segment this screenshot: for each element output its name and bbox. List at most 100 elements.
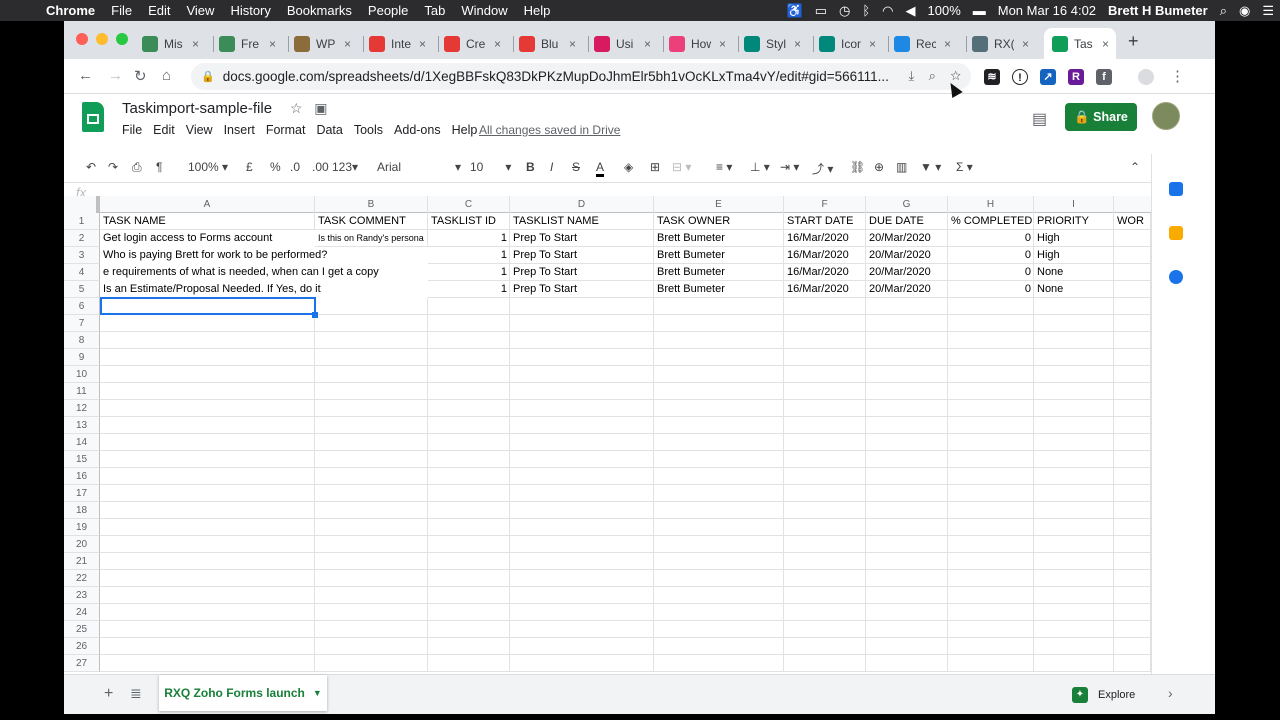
menubar-item-edit[interactable]: Edit: [140, 3, 178, 18]
menubar-item-history[interactable]: History: [222, 3, 278, 18]
calendar-icon[interactable]: [1169, 182, 1183, 196]
fill-color-icon[interactable]: ◈: [624, 160, 633, 174]
share-button[interactable]: 🔒 Share: [1065, 103, 1137, 131]
address-bar[interactable]: 🔒 docs.google.com/spreadsheets/d/1XegBBF…: [191, 63, 971, 90]
zoom-select[interactable]: 100% ▾: [188, 160, 228, 174]
table-cell[interactable]: Get login access to Forms account: [100, 230, 315, 247]
column-header[interactable]: A: [100, 196, 315, 213]
row-header[interactable]: 15: [64, 451, 100, 468]
airplay-icon[interactable]: ▭: [809, 3, 833, 19]
fill-handle[interactable]: [312, 312, 318, 318]
tab-close-icon[interactable]: ×: [344, 37, 351, 51]
filter-icon[interactable]: ▼ ▾: [920, 160, 941, 174]
row-header[interactable]: 26: [64, 638, 100, 655]
table-cell[interactable]: 1: [428, 230, 510, 247]
reload-button[interactable]: ↻: [134, 67, 147, 85]
borders-icon[interactable]: ⊞: [650, 160, 660, 174]
table-cell[interactable]: Prep To Start: [510, 230, 654, 247]
menu-tools[interactable]: Tools: [354, 123, 383, 137]
browser-tab[interactable]: RX(×: [972, 28, 1038, 59]
menu-edit[interactable]: Edit: [153, 123, 175, 137]
row-header[interactable]: 7: [64, 315, 100, 332]
row-header[interactable]: 23: [64, 587, 100, 604]
document-title[interactable]: Taskimport-sample-file: [122, 100, 272, 117]
browser-tab[interactable]: Cre ×: [444, 28, 510, 59]
header-cell[interactable]: % COMPLETED: [948, 213, 1034, 230]
table-cell[interactable]: None: [1034, 281, 1114, 298]
header-cell[interactable]: PRIORITY: [1034, 213, 1114, 230]
strikethrough-button[interactable]: S: [572, 160, 580, 174]
table-cell[interactable]: 16/Mar/2020: [784, 247, 866, 264]
row-header[interactable]: 13: [64, 417, 100, 434]
row-header[interactable]: 24: [64, 604, 100, 621]
browser-tab[interactable]: WP ×: [294, 28, 360, 59]
menu-file[interactable]: File: [122, 123, 142, 137]
save-status[interactable]: All changes saved in Drive: [479, 123, 620, 137]
column-header[interactable]: D: [510, 196, 654, 213]
table-cell[interactable]: 0: [948, 281, 1034, 298]
volume-icon[interactable]: ◀: [900, 3, 922, 19]
header-cell[interactable]: TASK COMMENT: [315, 213, 428, 230]
table-cell[interactable]: Brett Bumeter: [654, 281, 784, 298]
undo-icon[interactable]: ↶: [86, 160, 96, 174]
increase-decimal-button[interactable]: .00: [312, 160, 329, 174]
zoom-window-button[interactable]: [116, 33, 128, 45]
tab-close-icon[interactable]: ×: [419, 37, 426, 51]
font-select[interactable]: Arial ▾: [377, 160, 461, 174]
insert-comment-icon[interactable]: ⊕: [874, 160, 884, 174]
table-cell[interactable]: [315, 264, 428, 281]
row-header[interactable]: 11: [64, 383, 100, 400]
menubar-user[interactable]: Brett H Bumeter: [1102, 3, 1214, 18]
selected-cell[interactable]: [100, 297, 316, 315]
bold-button[interactable]: B: [526, 160, 535, 174]
table-cell[interactable]: Is this on Randy's persona: [315, 230, 428, 247]
wifi-icon[interactable]: ◠: [876, 3, 899, 19]
table-cell[interactable]: Prep To Start: [510, 247, 654, 264]
layers-extension-icon[interactable]: ≋: [984, 69, 1000, 85]
tab-close-icon[interactable]: ×: [794, 37, 801, 51]
battery-icon[interactable]: ▬: [967, 3, 992, 18]
table-cell[interactable]: 16/Mar/2020: [784, 264, 866, 281]
minimize-window-button[interactable]: [96, 33, 108, 45]
row-header[interactable]: 17: [64, 485, 100, 502]
close-window-button[interactable]: [76, 33, 88, 45]
column-header[interactable]: B: [315, 196, 428, 213]
table-cell[interactable]: High: [1034, 230, 1114, 247]
table-cell[interactable]: 20/Mar/2020: [866, 247, 948, 264]
browser-tab[interactable]: Blu ×: [519, 28, 585, 59]
notification-center-icon[interactable]: ☰: [1256, 3, 1280, 19]
row-header[interactable]: 19: [64, 519, 100, 536]
column-header[interactable]: F: [784, 196, 866, 213]
tab-close-icon[interactable]: ×: [494, 37, 501, 51]
menu-format[interactable]: Format: [266, 123, 306, 137]
profile-icon[interactable]: [1138, 69, 1154, 85]
tab-close-icon[interactable]: ×: [192, 37, 199, 51]
text-rotation-icon[interactable]: ⤴ ▾: [812, 160, 833, 177]
time-machine-icon[interactable]: ◷: [833, 3, 856, 19]
back-button[interactable]: ←: [78, 67, 93, 84]
siri-icon[interactable]: ◉: [1233, 3, 1256, 19]
menu-view[interactable]: View: [186, 123, 213, 137]
facebook-extension-icon[interactable]: f: [1096, 69, 1112, 85]
r-extension-icon[interactable]: R: [1068, 69, 1084, 85]
vertical-align-icon[interactable]: ⊥ ▾: [750, 160, 770, 174]
sheets-logo-icon[interactable]: [82, 102, 104, 132]
browser-tab[interactable]: Styl ×: [744, 28, 810, 59]
keep-icon[interactable]: [1169, 226, 1183, 240]
chevron-right-icon[interactable]: ›: [1168, 685, 1173, 701]
table-cell[interactable]: High: [1034, 247, 1114, 264]
move-folder-icon[interactable]: ▣: [314, 100, 327, 116]
font-size-select[interactable]: 10 ▾: [470, 160, 511, 174]
account-avatar[interactable]: [1152, 102, 1180, 130]
merge-cells-icon[interactable]: ⊟ ▾: [672, 160, 691, 174]
sheet-tab-active[interactable]: RXQ Zoho Forms launch ▼: [159, 675, 327, 711]
arrow-extension-icon[interactable]: ↗: [1040, 69, 1056, 85]
row-header[interactable]: 1: [64, 213, 100, 230]
browser-tab[interactable]: Usi ×: [594, 28, 660, 59]
row-header[interactable]: 9: [64, 349, 100, 366]
menubar-item-window[interactable]: Window: [453, 3, 515, 18]
chrome-menu-icon[interactable]: ⋮: [1170, 67, 1185, 85]
row-header[interactable]: 8: [64, 332, 100, 349]
row-header[interactable]: 25: [64, 621, 100, 638]
menu-data[interactable]: Data: [316, 123, 342, 137]
